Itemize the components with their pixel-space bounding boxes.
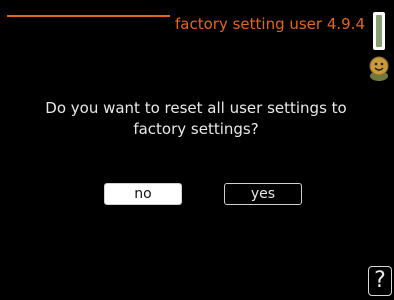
yes-button[interactable]: yes	[224, 183, 302, 205]
confirmation-message: Do you want to reset all user settings t…	[36, 98, 356, 140]
scroll-indicator[interactable]	[373, 12, 385, 50]
confirmation-line-2: factory settings?	[133, 120, 259, 138]
help-button[interactable]: ?	[368, 266, 392, 296]
confirmation-line-1: Do you want to reset all user settings t…	[45, 99, 347, 117]
no-button[interactable]: no	[104, 183, 182, 205]
header-line	[7, 15, 170, 17]
smiley-face-icon	[369, 56, 389, 81]
page-title: factory setting user 4.9.4	[175, 15, 366, 33]
screen: factory setting user 4.9.4 Do you want t…	[0, 0, 394, 300]
scroll-thumb[interactable]	[376, 15, 382, 47]
